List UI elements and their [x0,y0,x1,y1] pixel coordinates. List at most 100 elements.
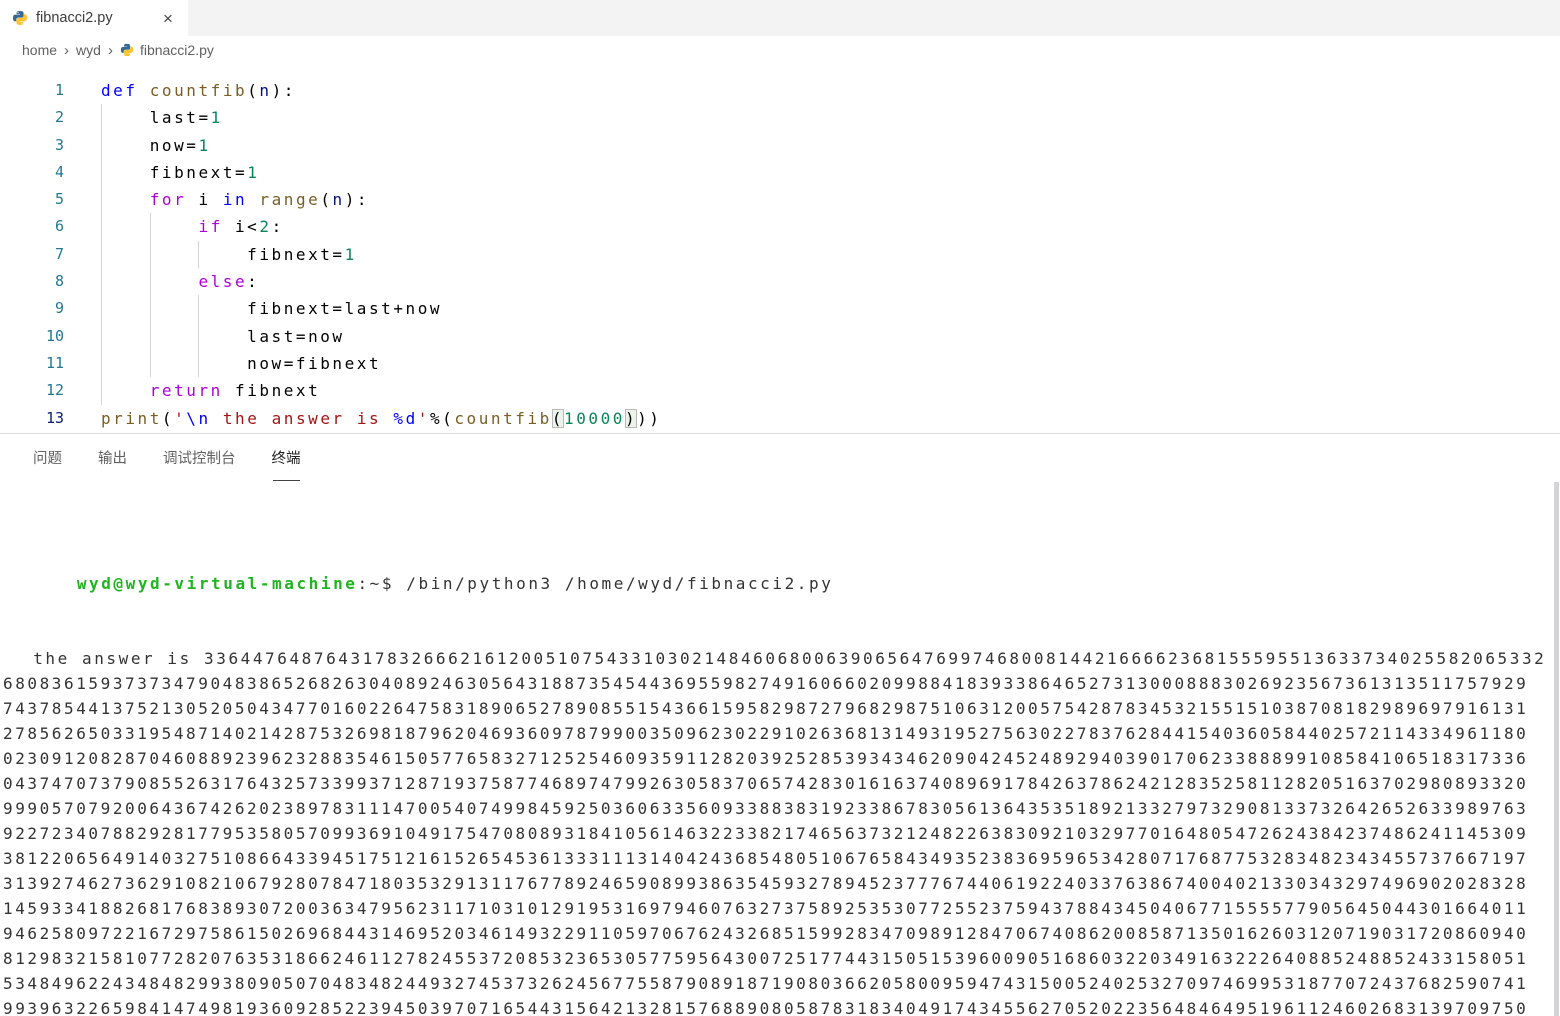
indent-guide [198,349,200,378]
indent-guide [149,349,151,378]
indent-guide [198,240,200,269]
line-number: 6 [54,217,64,236]
indent-guide [101,240,102,269]
tab-title: fibnacci2.py [36,10,113,26]
line-number: 11 [45,353,64,372]
code-line: 10 last=now [0,322,1560,350]
code-text: now=1 [101,131,1560,159]
code-line: 3 now=1 [0,131,1560,159]
terminal-output-line: 2785626503319548714021428753269818796204… [3,724,1529,743]
code-text: return fibnext [101,377,1560,405]
code-text: if i<2: [101,213,1560,241]
terminal-output-line: 8129832158107728207635318662461127824553… [3,949,1529,968]
panel-tab-1[interactable]: 输出 [98,434,127,481]
indent-guide [101,158,102,187]
indent-guide [101,186,102,214]
line-number: 4 [54,162,64,181]
indent-guide [149,213,151,241]
terminal-output-line: 9227234078829281779535805709936910491754… [3,824,1529,843]
panel-tab-bar: 问题 输出 调试控制台 终端 [0,434,1560,481]
terminal-output-line: 9939632265984147498193609285223945039707… [3,999,1529,1016]
code-text: fibnext=1 [101,158,1560,187]
code-text: last=1 [101,104,1560,132]
terminal-command: /bin/python3 /home/wyd/fibnacci2.py [394,574,834,593]
terminal-output-line: 1459334188268176838930720036347956231171… [3,899,1529,918]
code-line: 4 fibnext=1 [0,158,1560,187]
line-number: 5 [54,190,64,209]
terminal-output: the answer is 33644764876431783266621612… [0,621,1560,1016]
indent-guide [101,104,102,132]
code-line: 8 else: [0,268,1560,296]
line-number: 7 [54,244,64,263]
terminal-scrollbar[interactable] [1554,482,1559,1016]
indent-guide [198,295,200,323]
code-line: 11 now=fibnext [0,349,1560,378]
code-line: 2 last=1 [0,104,1560,132]
code-text: now=fibnext [101,349,1560,378]
tab-bar: fibnacci2.py × [0,0,1560,36]
terminal-output-line: 7437854413752130520504347701602264758318… [3,699,1529,718]
terminal-output-line: the answer is 33644764876431783266621612… [21,649,1547,668]
line-number: 12 [45,381,64,400]
code-text: for i in range(n): [101,186,1560,214]
terminal-output-line: 0437470737908552631764325733993712871937… [3,774,1529,793]
code-text: fibnext=last+now [101,295,1560,323]
code-text: fibnext=1 [101,240,1560,269]
terminal-output-line: 9462580972216729758615026968443146952034… [3,924,1529,943]
code-line: 12 return fibnext [0,377,1560,405]
terminal-output-line: 0230912082870460889239623288354615057765… [3,749,1529,768]
code-line: 5 for i in range(n): [0,186,1560,214]
tab-fibnacci2[interactable]: fibnacci2.py × [0,0,188,36]
code-text: last=now [101,322,1560,350]
terminal-output-line: 9990570792006436742620238978311147005407… [3,799,1529,818]
terminal-command-line: wyd@wyd-virtual-machine:~$ /bin/python3 … [0,546,1560,593]
line-number: 13 [45,408,64,427]
code-text: else: [101,268,1560,296]
python-icon [120,43,134,57]
line-number: 9 [54,299,64,318]
prompt-user: wyd@wyd-virtual-machine [76,574,358,593]
breadcrumb: home › wyd › fibnacci2.py [0,36,1560,64]
close-icon[interactable]: × [158,10,178,27]
terminal-output-line: 5348496224348482993809050704834824493274… [3,974,1529,993]
indent-guide [198,322,200,350]
line-number: 8 [54,272,64,291]
terminal-output-line: 3139274627362910821067928078471803532913… [3,874,1529,893]
indent-guide [149,295,151,323]
terminal-output-line: 3812206564914032751086643394517512161526… [3,849,1529,868]
breadcrumb-item-home[interactable]: home [22,42,57,58]
line-number: 2 [54,108,64,127]
code-text: def countfib(n): [101,81,296,100]
indent-guide [101,377,102,405]
chevron-right-icon: › [64,41,70,59]
code-line: 1 def countfib(n): [0,77,1560,104]
line-number: 3 [54,135,64,154]
indent-guide [149,240,151,269]
indent-guide [101,295,102,323]
terminal-output-line: 6808361593737347904838652682630408924630… [3,674,1529,693]
indent-guide [101,268,102,296]
panel-tab-2[interactable]: 调试控制台 [163,434,236,481]
code-line: 13 print('\n the answer is %d'%(countfib(… [0,405,1560,432]
breadcrumb-item-wyd[interactable]: wyd [76,42,101,58]
panel-tab-0[interactable]: 问题 [33,434,62,481]
code-line: 7 fibnext=1 [0,240,1560,269]
code-line: 6 if i<2: [0,213,1560,241]
panel-tab-3[interactable]: 终端 [272,434,301,481]
python-icon [13,11,27,25]
code-editor[interactable]: 1 def countfib(n): 2 last=1 3 now=1 4 fibnext=1… [0,64,1560,433]
line-number: 1 [54,81,64,99]
terminal[interactable]: wyd@wyd-virtual-machine:~$ /bin/python3 … [0,481,1560,1016]
indent-guide [101,213,102,241]
prompt-suffix: :~$ [357,574,395,593]
indent-guide [149,268,151,296]
code-line: 9 fibnext=last+now [0,295,1560,323]
chevron-right-icon: › [107,41,113,59]
indent-guide [101,349,102,378]
code-text: print('\n the answer is %d'%(countfib(10… [101,408,662,428]
line-number: 10 [45,326,64,345]
indent-guide [149,322,151,350]
indent-guide [101,322,102,350]
breadcrumb-item-file[interactable]: fibnacci2.py [120,42,214,58]
